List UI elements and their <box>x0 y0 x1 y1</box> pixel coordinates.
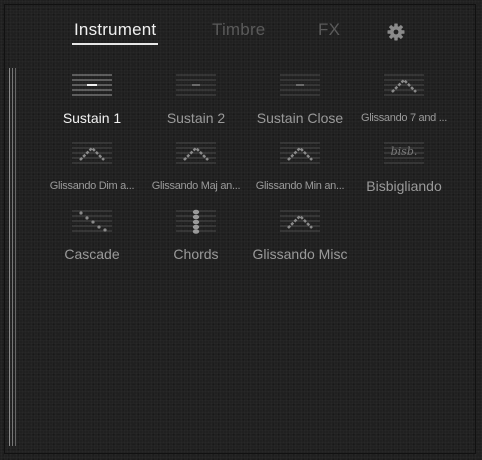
preset-label: Glissando Misc <box>252 246 348 262</box>
svg-text:bisb.: bisb. <box>391 145 418 158</box>
preset-chords[interactable]: Chords <box>144 208 248 270</box>
tab-timbre[interactable]: Timbre <box>212 20 265 40</box>
preset-label: Glissando Dim a... <box>49 180 135 192</box>
chords-icon <box>176 209 216 234</box>
preset-label: Sustain 1 <box>62 110 122 126</box>
preset-sustain-1[interactable]: Sustain 1 <box>40 72 144 134</box>
preset-sustain-2[interactable]: Sustain 2 <box>144 72 248 134</box>
cascade-icon <box>72 210 112 232</box>
glissando-icon <box>384 74 424 96</box>
preset-glissando-misc[interactable]: Glissando Misc <box>248 208 352 270</box>
preset-glissando-7[interactable]: Glissando 7 and ... <box>352 72 456 134</box>
preset-label: Bisbigliando <box>366 178 442 194</box>
tab-instrument[interactable]: Instrument <box>71 20 159 45</box>
preset-label: Glissando Min an... <box>255 180 345 192</box>
glissando-icon <box>280 142 320 164</box>
sustain-icon <box>176 74 216 96</box>
preset-glissando-dim[interactable]: Glissando Dim a... <box>40 140 144 202</box>
sustain-icon <box>72 74 112 96</box>
preset-label: Glissando 7 and ... <box>360 112 448 124</box>
bisbigliando-icon: bisb. <box>384 142 424 164</box>
tab-fx[interactable]: FX <box>318 20 340 40</box>
glissando-icon <box>176 142 216 164</box>
preset-glissando-min[interactable]: Glissando Min an... <box>248 140 352 202</box>
preset-label: Cascade <box>64 246 120 262</box>
preset-label: Sustain Close <box>256 110 344 126</box>
preset-label: Sustain 2 <box>166 110 226 126</box>
glissando-icon <box>72 142 112 164</box>
preset-cascade[interactable]: Cascade <box>40 208 144 270</box>
sustain-icon <box>280 74 320 96</box>
preset-glissando-maj[interactable]: Glissando Maj an... <box>144 140 248 202</box>
glissando-icon <box>280 210 320 232</box>
preset-bisbigliando[interactable]: bisb. Bisbigliando <box>352 140 456 202</box>
preset-label: Chords <box>173 246 219 262</box>
preset-sustain-close[interactable]: Sustain Close <box>248 72 352 134</box>
preset-label: Glissando Maj an... <box>151 180 241 192</box>
tab-bar: Instrument Timbre FX <box>0 20 482 46</box>
keyboard-range-bar[interactable] <box>8 68 18 446</box>
gear-icon[interactable] <box>386 22 406 42</box>
